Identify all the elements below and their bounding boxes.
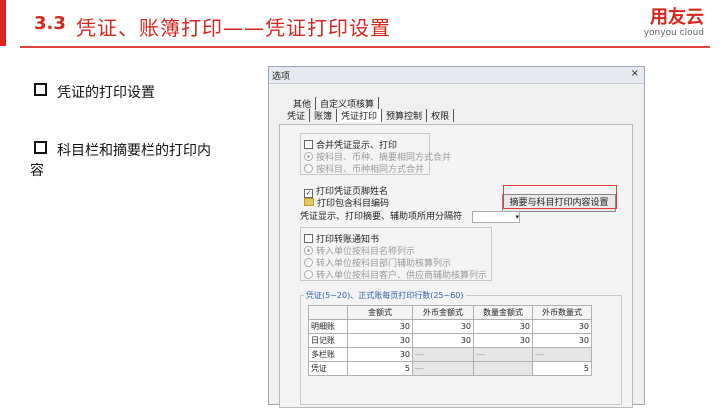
table-header-row: 金额式 外币金额式 数量金额式 外币数量式 <box>308 305 592 320</box>
merge-option-2[interactable]: 按科目、币种相同方式合并 <box>304 162 424 175</box>
tab-budget[interactable]: 预算控制 <box>382 109 428 122</box>
tab-voucher-print[interactable]: 凭证打印 <box>337 109 383 122</box>
table-row: 多栏账 30 --- --- --- <box>308 347 592 362</box>
header-accent-bar <box>0 0 6 46</box>
bullet-continued: 容 <box>30 163 44 179</box>
checkbox-icon <box>304 140 313 149</box>
options-dialog: 选项 × 其他 自定义项核算 凭证 账簿 凭证打印 预算控制 权限 合并凭证显示、打印 按… <box>268 66 645 408</box>
bullet-square-icon <box>34 141 47 154</box>
voucher-print-panel: 合并凭证显示、打印 按科目、币种、摘要相同方式合并 按科目、币种相同方式合并 ✓… <box>279 124 633 408</box>
tab-voucher[interactable]: 凭证 <box>283 109 311 122</box>
dialog-title: 选项 <box>272 72 291 82</box>
slide-title: 凭证、账簿打印——凭证打印设置 <box>76 16 391 40</box>
folder-icon <box>304 198 314 206</box>
yonyou-logo: 用友云 yonyou cloud <box>643 7 704 39</box>
rows-table: 金额式 外币金额式 数量金额式 外币数量式 明细账 30 30 30 30 日记… <box>308 305 592 376</box>
highlight-frame <box>503 185 617 209</box>
separator-label: 凭证显示、打印摘要、辅助项所用分隔符 <box>300 212 463 222</box>
radio-icon <box>304 258 313 267</box>
separator-select[interactable]: ▾ <box>472 211 520 223</box>
tab-books[interactable]: 账簿 <box>310 109 338 122</box>
tab-permission[interactable]: 权限 <box>427 109 455 122</box>
rows-legend: 凭证(5~20)、正式账每页打印行数(25~60) <box>304 290 466 301</box>
table-row: 凭证 5 --- 5 <box>308 361 592 376</box>
bullet-square-icon <box>34 83 47 96</box>
section-number: 3.3 <box>34 13 66 34</box>
radio-icon <box>304 246 313 255</box>
transfer-option-3[interactable]: 转入单位按科目客户、供应商辅助核算列示 <box>304 268 487 281</box>
print-code-option[interactable]: 打印包含科目编码 <box>304 196 389 209</box>
table-row: 明细账 30 30 30 30 <box>308 319 592 334</box>
table-row: 日记账 30 30 30 30 <box>308 333 592 348</box>
close-icon[interactable]: × <box>631 68 639 79</box>
tabs-row-2: 凭证 账簿 凭证打印 预算控制 权限 <box>283 109 455 122</box>
bullet-subject-summary: 科目栏和摘要栏的打印内 <box>34 140 211 160</box>
dialog-titlebar: 选项 × <box>269 67 644 84</box>
radio-icon <box>304 164 313 173</box>
radio-icon <box>304 270 313 279</box>
bullet-print-setting: 凭证的打印设置 <box>34 82 155 102</box>
checkbox-icon <box>304 234 313 243</box>
header-divider <box>20 46 710 48</box>
radio-icon <box>304 152 313 161</box>
slide-header: 3.3 凭证、账簿打印——凭证打印设置 用友云 yonyou cloud <box>0 0 720 50</box>
